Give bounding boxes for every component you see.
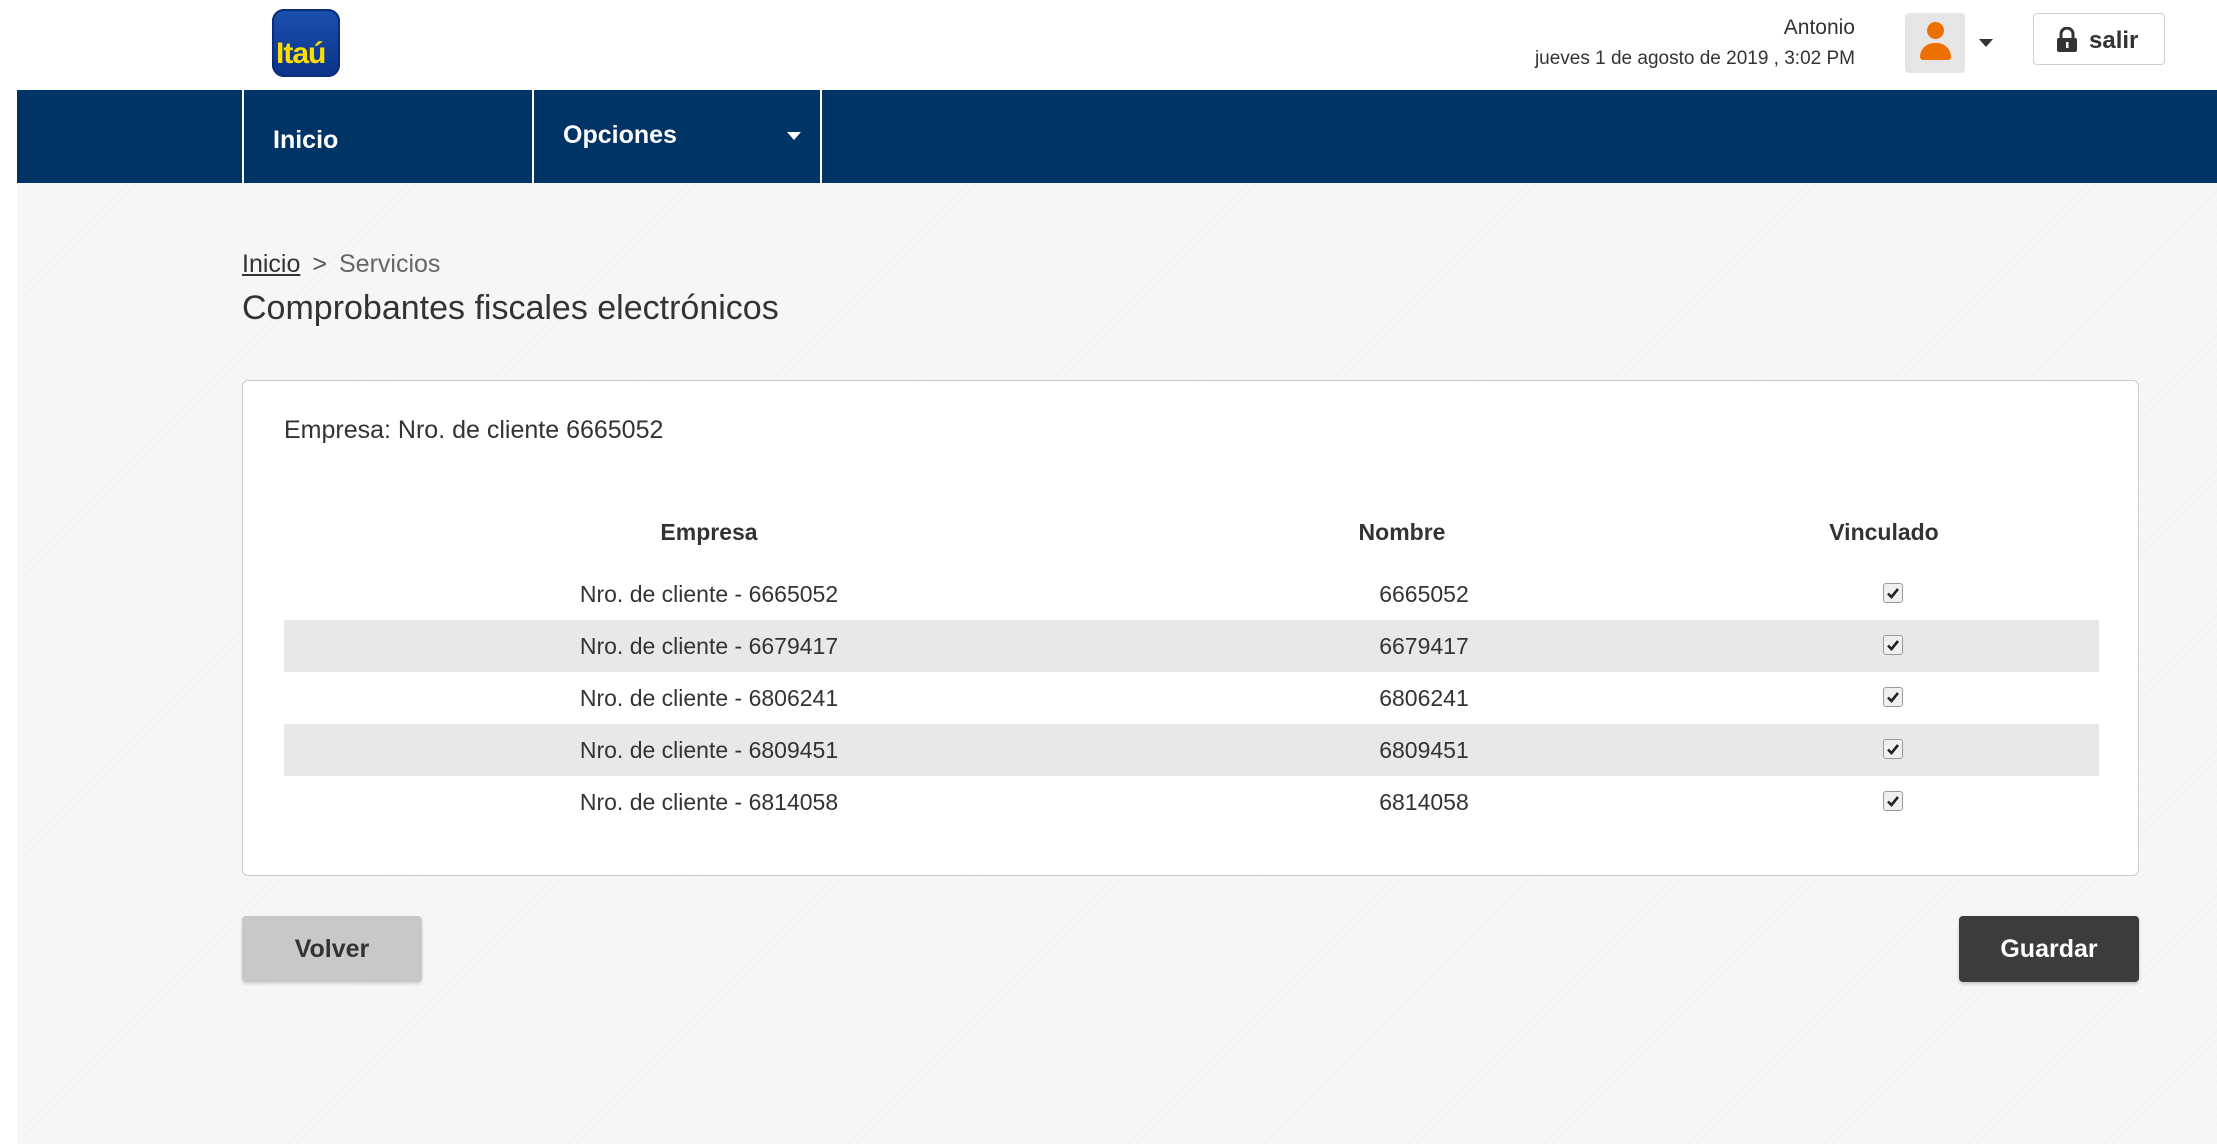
vinculado-checkbox[interactable] — [1883, 687, 1903, 707]
table-row: Nro. de cliente - 6814058 6814058 — [284, 776, 2099, 828]
companies-card: Empresa: Nro. de cliente 6665052 Empresa… — [242, 380, 2139, 876]
itau-logo[interactable]: Itaú — [272, 9, 340, 77]
cell-empresa: Nro. de cliente - 6679417 — [579, 633, 839, 659]
cell-nombre: 6814058 — [1379, 789, 1469, 815]
nav-item-label: Inicio — [273, 126, 339, 154]
table-row: Nro. de cliente - 6679417 6679417 — [284, 620, 2099, 672]
column-header-vinculado: Vinculado — [1829, 519, 1939, 545]
vinculado-checkbox[interactable] — [1883, 583, 1903, 603]
user-avatar-button[interactable] — [1905, 13, 1965, 73]
breadcrumb-separator: > — [312, 250, 327, 278]
lock-icon — [2057, 27, 2077, 52]
cell-empresa: Nro. de cliente - 6814058 — [579, 789, 839, 815]
caret-down-icon — [787, 132, 801, 140]
user-menu-caret-down-icon[interactable] — [1979, 39, 1993, 47]
nav-item-opciones[interactable]: Opciones — [532, 90, 822, 183]
check-icon — [1887, 588, 1900, 599]
logout-button[interactable]: salir — [2033, 13, 2165, 65]
cell-empresa: Nro. de cliente - 6665052 — [579, 581, 839, 607]
cell-nombre: 6806241 — [1379, 685, 1469, 711]
logout-label: salir — [2089, 27, 2139, 54]
main-content: Inicio > Servicios Comprobantes fiscales e… — [17, 183, 2217, 1144]
check-icon — [1887, 744, 1900, 755]
header: Itaú Antonio jueves 1 de agosto de 2019 … — [0, 0, 2217, 90]
cell-empresa: Nro. de cliente - 6809451 — [579, 737, 839, 763]
cell-nombre: 6809451 — [1379, 737, 1469, 763]
column-header-empresa: Empresa — [660, 519, 758, 545]
breadcrumb-link-inicio[interactable]: Inicio — [242, 250, 300, 278]
nav-item-label: Opciones — [563, 121, 677, 149]
vinculado-checkbox[interactable] — [1883, 635, 1903, 655]
user-icon-head — [1927, 22, 1944, 39]
table-row: Nro. de cliente - 6809451 6809451 — [284, 724, 2099, 776]
breadcrumb-current: Servicios — [338, 250, 441, 278]
save-button[interactable]: Guardar — [1959, 916, 2139, 982]
vinculado-checkbox[interactable] — [1883, 739, 1903, 759]
user-icon-body — [1920, 43, 1951, 60]
companies-table: Nro. de cliente - 6665052 6665052 Nro. d… — [284, 568, 2099, 828]
user-name: Antonio — [1783, 16, 1855, 39]
breadcrumb: Inicio > Servicios — [242, 250, 440, 279]
cell-nombre: 6665052 — [1379, 581, 1469, 607]
back-button[interactable]: Volver — [242, 916, 422, 982]
cell-nombre: 6679417 — [1379, 633, 1469, 659]
logo-text: Itaú — [276, 37, 326, 70]
main-nav: Inicio Opciones — [17, 90, 2217, 183]
card-heading: Empresa: Nro. de cliente 6665052 — [284, 416, 664, 444]
cell-empresa: Nro. de cliente - 6806241 — [579, 685, 839, 711]
vinculado-checkbox[interactable] — [1883, 791, 1903, 811]
current-date-time: jueves 1 de agosto de 2019 , 3:02 PM — [1534, 48, 1855, 69]
check-icon — [1887, 640, 1900, 651]
table-row: Nro. de cliente - 6806241 6806241 — [284, 672, 2099, 724]
column-header-nombre: Nombre — [1358, 519, 1446, 545]
page-title: Comprobantes fiscales electrónicos — [242, 289, 779, 327]
nav-item-inicio[interactable]: Inicio — [242, 90, 532, 183]
check-icon — [1887, 796, 1900, 807]
table-row: Nro. de cliente - 6665052 6665052 — [284, 568, 2099, 620]
check-icon — [1887, 692, 1900, 703]
